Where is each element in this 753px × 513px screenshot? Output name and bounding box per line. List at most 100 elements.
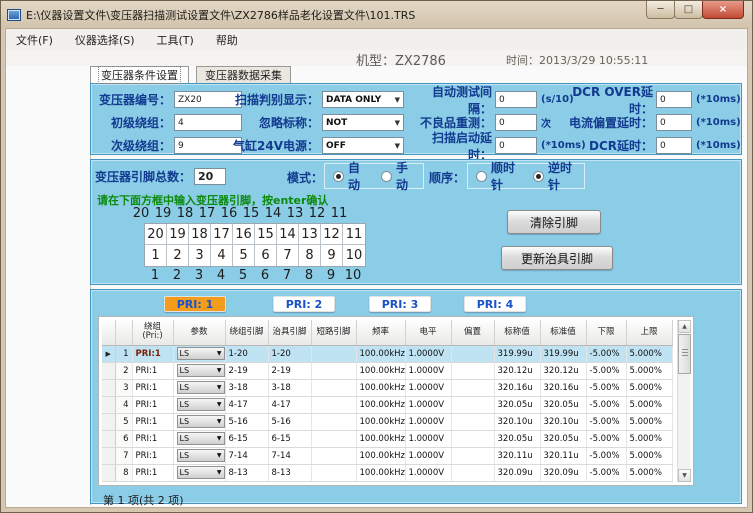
mode-option-自动[interactable]: 自动 bbox=[333, 159, 367, 193]
freq-cell: 100.00kHz bbox=[356, 413, 405, 430]
pin-input-r2-c4[interactable]: 4 bbox=[211, 245, 233, 266]
pin-input-r1-c8[interactable]: 13 bbox=[299, 224, 321, 245]
cylinder-24v-power-select[interactable]: OFF▼ bbox=[322, 137, 404, 154]
pin-input-r2-c10[interactable]: 10 bbox=[343, 245, 365, 266]
row-selector-cell[interactable] bbox=[102, 447, 115, 464]
row-selector-cell[interactable] bbox=[102, 430, 115, 447]
pin-input-r2-c3[interactable]: 3 bbox=[189, 245, 211, 266]
row-selector-cell[interactable] bbox=[102, 413, 115, 430]
pin-input-r2-c1[interactable]: 1 bbox=[145, 245, 167, 266]
table-scrollbar[interactable]: ▲ ▼ bbox=[677, 320, 690, 482]
param-select[interactable]: LS▼ bbox=[177, 364, 225, 377]
table-row[interactable]: 6PRI:1LS▼6-156-15100.00kHz1.0000V320.05u… bbox=[102, 430, 672, 447]
bias-cell bbox=[451, 447, 494, 464]
pin-input-r2-c5[interactable]: 5 bbox=[233, 245, 255, 266]
order-option-顺时针[interactable]: 顺时针 bbox=[476, 159, 519, 193]
order-radio-1[interactable] bbox=[476, 171, 487, 182]
menu-item-3[interactable]: 工具(T) bbox=[157, 32, 194, 48]
row-selector-cell[interactable] bbox=[102, 379, 115, 396]
scan-start-delay-field[interactable]: 0 bbox=[495, 137, 537, 154]
menu-item-4[interactable]: 帮助 bbox=[216, 32, 238, 48]
pin-input-r2-c9[interactable]: 9 bbox=[321, 245, 343, 266]
pin-input-r1-c7[interactable]: 14 bbox=[277, 224, 299, 245]
update-jig-pins-button[interactable]: 更新治具引脚 bbox=[501, 246, 613, 270]
minimize-button[interactable]: ─ bbox=[646, 1, 675, 19]
col-header-12: 上限 bbox=[626, 320, 672, 345]
pin-input-r1-c2[interactable]: 19 bbox=[167, 224, 189, 245]
table-header-row: 绕组 (Pri:)参数绕组引脚治具引脚短路引脚频率电平偏置标称值标准值下限上限 bbox=[102, 320, 672, 345]
pin-input-r2-c8[interactable]: 8 bbox=[299, 245, 321, 266]
pri-tab-1[interactable]: PRI: 1 bbox=[164, 296, 226, 312]
pri-tab-2[interactable]: PRI: 2 bbox=[273, 296, 335, 312]
pin-input-r1-c6[interactable]: 15 bbox=[255, 224, 277, 245]
dcr-over-delay-field[interactable]: 0 bbox=[656, 91, 692, 108]
param-select[interactable]: LS▼ bbox=[177, 466, 225, 479]
scrollbar-thumb[interactable] bbox=[678, 334, 691, 374]
level-cell: 1.0000V bbox=[405, 379, 451, 396]
pin-input-r1-c1[interactable]: 20 bbox=[145, 224, 167, 245]
param-select[interactable]: LS▼ bbox=[177, 347, 225, 360]
param-select[interactable]: LS▼ bbox=[177, 432, 225, 445]
pin-input-r1-c9[interactable]: 12 bbox=[321, 224, 343, 245]
param-select[interactable]: LS▼ bbox=[177, 398, 225, 411]
scroll-down-icon[interactable]: ▼ bbox=[678, 469, 691, 482]
current-row-marker[interactable]: ▶ bbox=[102, 345, 115, 362]
title-bar[interactable]: E:\仪器设置文件\变压器扫描测试设置文件\ZX2786样品老化设置文件\101… bbox=[1, 1, 752, 28]
nominal-cell: 320.09u bbox=[494, 464, 540, 481]
mode-radio-2[interactable] bbox=[381, 171, 392, 182]
table-row[interactable]: 5PRI:1LS▼5-165-16100.00kHz1.0000V320.10u… bbox=[102, 413, 672, 430]
pin-input-r2-c7[interactable]: 7 bbox=[277, 245, 299, 266]
order-option-逆时针[interactable]: 逆时针 bbox=[533, 159, 576, 193]
pri-tab-4[interactable]: PRI: 4 bbox=[464, 296, 526, 312]
row-selector-cell[interactable] bbox=[102, 362, 115, 379]
standard-cell: 320.05u bbox=[540, 430, 586, 447]
table-row[interactable]: 3PRI:1LS▼3-183-18100.00kHz1.0000V320.16u… bbox=[102, 379, 672, 396]
menu-item-1[interactable]: 文件(F) bbox=[16, 32, 53, 48]
param-dropdown-icon: ▼ bbox=[217, 384, 222, 391]
auto-test-interval-field[interactable]: 0 bbox=[495, 91, 537, 108]
param-select[interactable]: LS▼ bbox=[177, 415, 225, 428]
pin-input-r1-c5[interactable]: 16 bbox=[233, 224, 255, 245]
upper-cell: 5.000% bbox=[626, 379, 672, 396]
scan-judge-display-select[interactable]: DATA ONLY▼ bbox=[322, 91, 404, 108]
col-header-6: 频率 bbox=[356, 320, 405, 345]
lower-cell: -5.00% bbox=[586, 379, 626, 396]
scroll-up-icon[interactable]: ▲ bbox=[678, 320, 691, 333]
param-select[interactable]: LS▼ bbox=[177, 381, 225, 394]
current-bias-delay-field[interactable]: 0 bbox=[656, 114, 692, 131]
tab-data-collect[interactable]: 变压器数据采集 bbox=[196, 66, 291, 83]
ignore-nominal-select[interactable]: NOT▼ bbox=[322, 114, 404, 131]
upper-cell: 5.000% bbox=[626, 413, 672, 430]
close-button[interactable]: × bbox=[702, 1, 744, 19]
table-row[interactable]: 4PRI:1LS▼4-174-17100.00kHz1.0000V320.05u… bbox=[102, 396, 672, 413]
pin-input-r1-c4[interactable]: 17 bbox=[211, 224, 233, 245]
table-row[interactable]: 2PRI:1LS▼2-192-19100.00kHz1.0000V320.12u… bbox=[102, 362, 672, 379]
menu-item-2[interactable]: 仪器选择(S) bbox=[75, 32, 135, 48]
mode-radio-1[interactable] bbox=[333, 171, 344, 182]
table-row[interactable]: ▶1PRI:1LS▼1-201-20100.00kHz1.0000V319.99… bbox=[102, 345, 672, 362]
maximize-button[interactable]: □ bbox=[674, 1, 703, 19]
order-radio-2[interactable] bbox=[533, 171, 544, 182]
clear-pins-button[interactable]: 清除引脚 bbox=[507, 210, 601, 234]
pin-input-r2-c2[interactable]: 2 bbox=[167, 245, 189, 266]
pin-input-r2-c6[interactable]: 6 bbox=[255, 245, 277, 266]
winding-cell: PRI:1 bbox=[132, 362, 173, 379]
pri-tab-3[interactable]: PRI: 3 bbox=[369, 296, 431, 312]
row-selector-cell[interactable] bbox=[102, 464, 115, 481]
row-selector-cell[interactable] bbox=[102, 396, 115, 413]
param-dropdown-icon: ▼ bbox=[217, 452, 222, 459]
tab-condition-settings[interactable]: 变压器条件设置 bbox=[90, 66, 189, 83]
table-row[interactable]: 8PRI:1LS▼8-138-13100.00kHz1.0000V320.09u… bbox=[102, 464, 672, 481]
dcr-delay-field[interactable]: 0 bbox=[656, 137, 692, 154]
pin-bottom-label-5: 5 bbox=[232, 268, 254, 283]
mode-option-手动[interactable]: 手动 bbox=[381, 159, 415, 193]
pin-total-input[interactable]: 20 bbox=[194, 168, 226, 185]
table-row[interactable]: 7PRI:1LS▼7-147-14100.00kHz1.0000V320.11u… bbox=[102, 447, 672, 464]
retest-defective-field[interactable]: 0 bbox=[495, 114, 537, 131]
pin-input-r1-c10[interactable]: 11 bbox=[343, 224, 365, 245]
pin-bottom-label-1: 1 bbox=[144, 268, 166, 283]
col-header-3: 绕组引脚 bbox=[225, 320, 268, 345]
tab-strip: 变压器条件设置 变压器数据采集 bbox=[6, 66, 747, 83]
pin-input-r1-c3[interactable]: 18 bbox=[189, 224, 211, 245]
param-select[interactable]: LS▼ bbox=[177, 449, 225, 462]
